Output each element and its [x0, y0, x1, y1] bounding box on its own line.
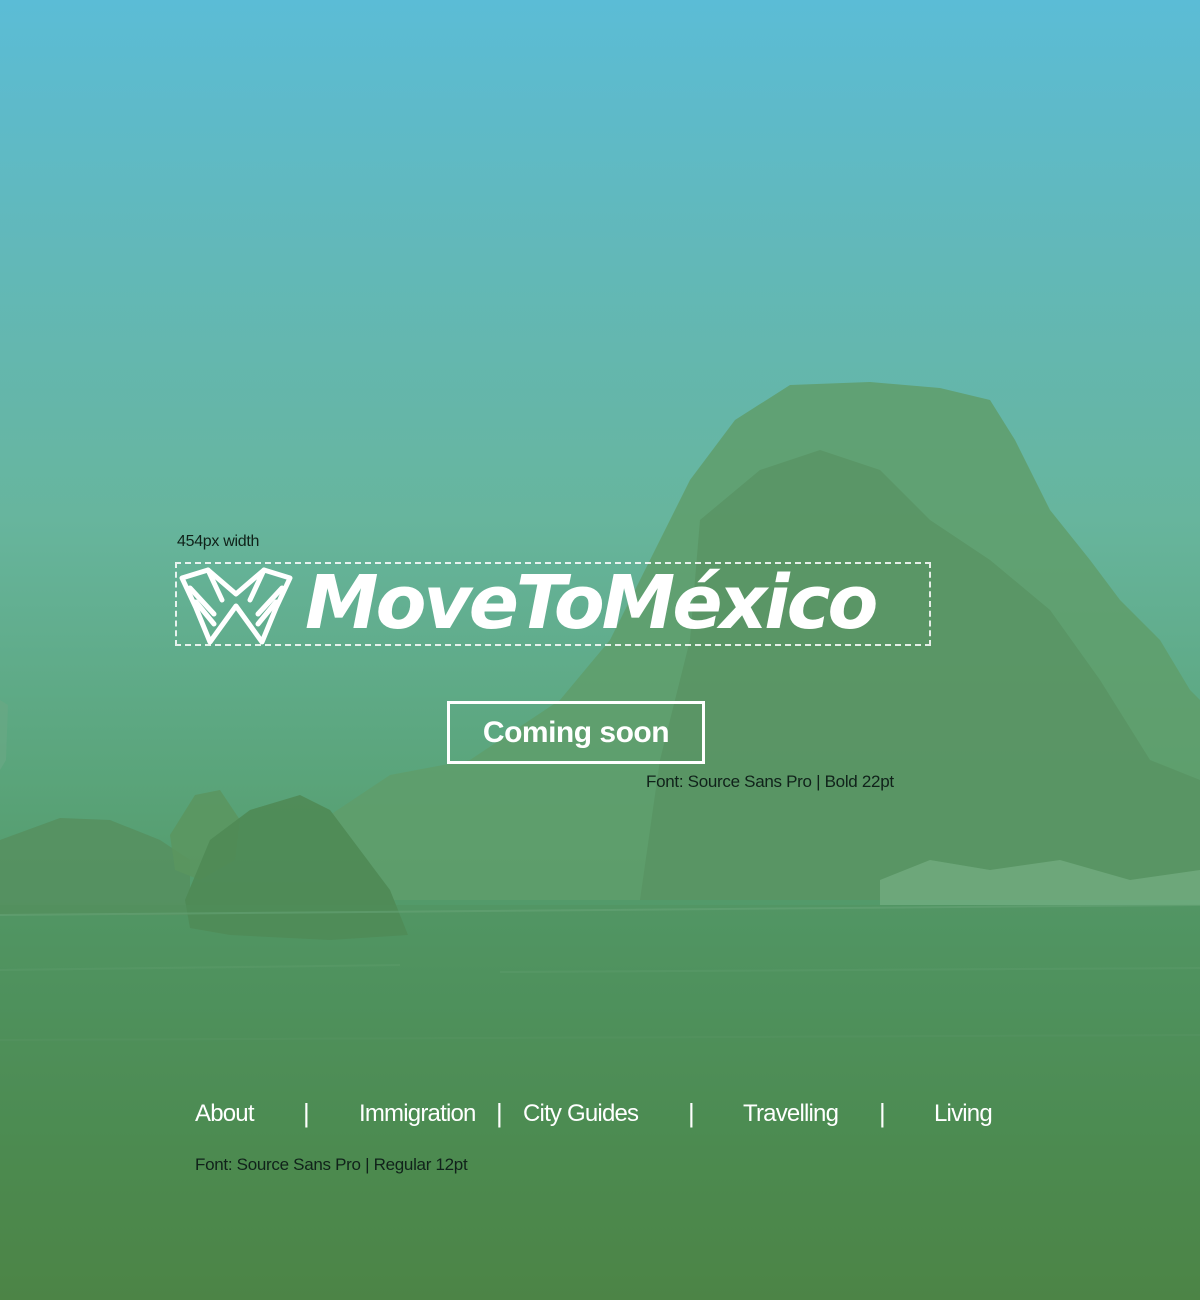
nav-separator: |	[879, 1098, 886, 1128]
nav-separator: |	[688, 1098, 695, 1128]
nav-item-about[interactable]: About	[195, 1100, 255, 1128]
nav-separator: |	[496, 1098, 503, 1128]
logo-wordmark: MoveToMéxico	[305, 560, 878, 646]
nav-item-living[interactable]: Living	[934, 1100, 993, 1128]
cta-font-annotation: Font: Source Sans Pro | Bold 22pt	[646, 772, 894, 791]
nav-separator: |	[303, 1098, 310, 1128]
coming-soon-button[interactable]: Coming soon	[447, 701, 705, 764]
logo-width-annotation: 454px width	[177, 533, 260, 550]
nav-item-immigration[interactable]: Immigration	[359, 1100, 476, 1128]
nav-font-annotation: Font: Source Sans Pro | Regular 12pt	[195, 1155, 468, 1174]
nav-item-travelling[interactable]: Travelling	[743, 1100, 839, 1128]
nav-item-city-guides[interactable]: City Guides	[523, 1100, 639, 1128]
winged-m-icon	[179, 567, 293, 645]
